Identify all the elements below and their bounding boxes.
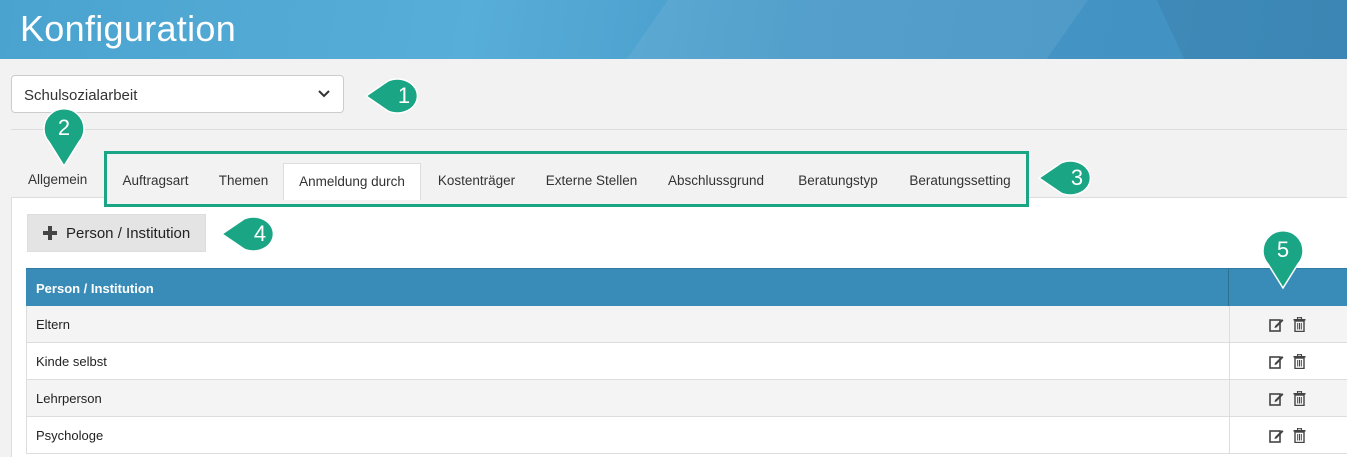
trash-icon[interactable] [1293,317,1306,332]
header-decoration [1147,0,1347,59]
edit-icon[interactable] [1269,354,1284,369]
header-decoration [583,0,1117,59]
plus-icon [43,226,57,240]
column-separator [1229,380,1230,417]
edit-icon[interactable] [1269,428,1284,443]
tab-beratungstyp[interactable]: Beratungstyp [781,163,895,199]
row-label: Lehrperson [36,391,102,406]
divider [11,129,1347,130]
column-separator [1229,417,1230,454]
callout-number: 4 [253,221,267,246]
chevron-down-icon [318,90,330,98]
callout-number: 5 [1276,237,1290,262]
edit-icon[interactable] [1269,391,1284,406]
table-row: Kinde selbst [26,343,1347,380]
tabs-highlight-box: Auftragsart Themen Anmeldung durch Koste… [104,151,1029,207]
page-title: Konfiguration [20,8,237,49]
callout-1: 1 [364,75,430,117]
data-table: Person / Institution Eltern Kinde selbst [26,268,1347,454]
trash-icon[interactable] [1293,428,1306,443]
tab-anmeldung-durch[interactable]: Anmeldung durch [283,163,421,200]
edit-icon[interactable] [1269,317,1284,332]
column-separator [1229,306,1230,343]
tab-auftragsart[interactable]: Auftragsart [107,163,204,199]
callout-5: 5 [1261,224,1305,290]
row-label: Psychologe [36,428,104,443]
column-separator [1229,343,1230,380]
add-button-label: Person / Institution [66,225,191,242]
trash-icon[interactable] [1293,354,1306,369]
tab-themen[interactable]: Themen [204,163,283,199]
tab-kostentraeger[interactable]: Kostenträger [421,163,532,199]
add-person-institution-button[interactable]: Person / Institution [27,214,206,252]
table-row: Eltern [26,306,1347,343]
row-label: Eltern [36,317,70,332]
page-header: Konfiguration [0,0,1347,59]
callout-number: 3 [1070,165,1084,190]
trash-icon[interactable] [1293,391,1306,406]
table-row: Lehrperson [26,380,1347,417]
callout-3: 3 [1037,157,1103,199]
row-label: Kinde selbst [36,354,107,369]
column-separator [1228,269,1229,307]
table-header: Person / Institution [26,268,1347,307]
callout-number: 2 [57,115,71,140]
callout-2: 2 [42,102,86,168]
table-row: Psychologe [26,417,1347,454]
tab-abschlussgrund[interactable]: Abschlussgrund [651,163,781,199]
tab-beratungssetting[interactable]: Beratungssetting [895,163,1025,199]
callout-4: 4 [220,213,286,255]
tab-externe-stellen[interactable]: Externe Stellen [532,163,651,199]
callout-number: 1 [397,83,411,108]
column-header-person-institution: Person / Institution [36,281,154,296]
